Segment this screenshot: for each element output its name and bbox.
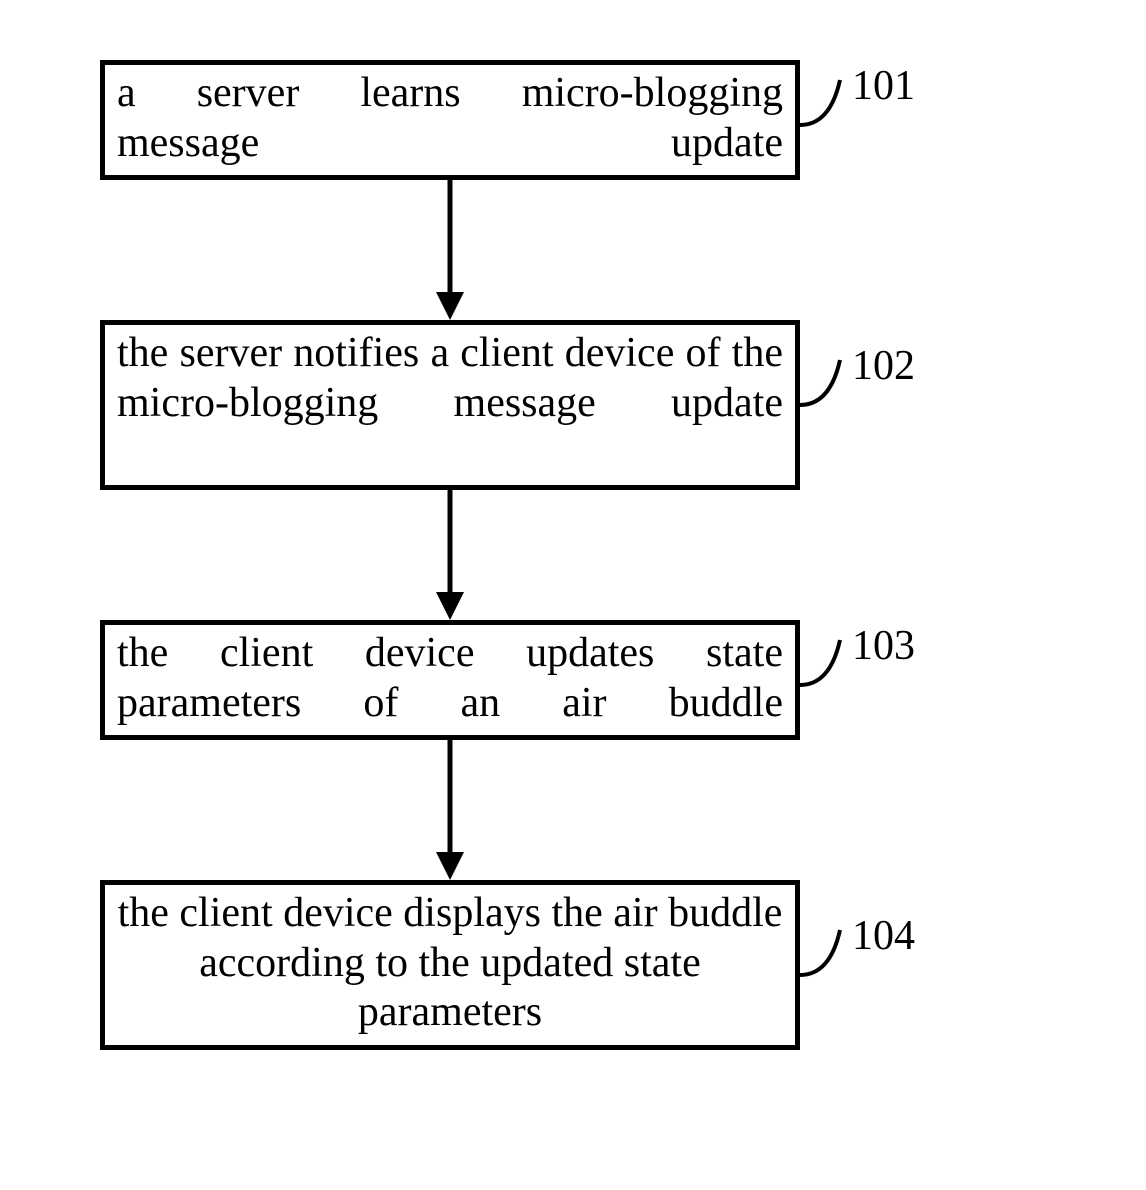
arrow-102-103 (430, 490, 470, 620)
flow-label-104: 104 (852, 912, 915, 960)
flow-node-103: the client device updates state paramete… (100, 620, 800, 740)
flow-node-101: a server learns micro-blogging message u… (100, 60, 800, 180)
arrow-103-104 (430, 740, 470, 880)
flow-node-104-text: the client device displays the air buddl… (117, 889, 783, 1038)
flow-label-103: 103 (852, 622, 915, 670)
flow-node-101-text: a server learns micro-blogging message u… (117, 69, 783, 168)
flow-node-102: the server notifies a client device of t… (100, 320, 800, 490)
flow-label-101: 101 (852, 62, 915, 110)
flow-label-102: 102 (852, 342, 915, 390)
flow-node-102-text: the server notifies a client device of t… (117, 329, 783, 428)
flow-node-104: the client device displays the air buddl… (100, 880, 800, 1050)
arrow-101-102 (430, 180, 470, 320)
flow-node-103-text: the client device updates state paramete… (117, 629, 783, 728)
flowchart-canvas: a server learns micro-blogging message u… (0, 0, 1146, 1190)
